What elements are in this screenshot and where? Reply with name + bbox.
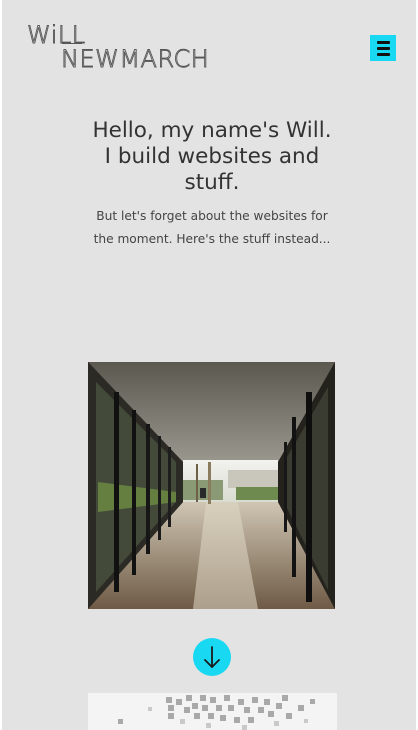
hero-title-line: I build websites and (104, 144, 320, 169)
corridor-photo-image (88, 362, 335, 609)
scroll-down-button[interactable] (193, 638, 231, 676)
hero-title-line: stuff. (184, 170, 240, 195)
menu-button[interactable] (370, 35, 396, 61)
hamburger-icon-bar (376, 46, 390, 50)
hero-subtitle-line: the moment. Here's the stuff instead... (93, 232, 331, 246)
logo-line-newmarch: NEWMARCH (61, 45, 209, 72)
hero-subtitle-line: But let's forget about the websites for (96, 209, 328, 223)
gallery-photo-corridor[interactable] (88, 362, 335, 609)
logo-wordmark: WiLL NEWMARCH (27, 22, 210, 72)
site-logo[interactable]: WiLL NEWMARCH (26, 22, 226, 72)
arrow-down-icon (204, 646, 220, 668)
hamburger-icon-bar (376, 40, 390, 44)
hero-subtitle: But let's forget about the websites for … (62, 205, 362, 251)
pixel-pattern-image (118, 695, 315, 730)
page: WiLL NEWMARCH Hello, my name's Will. I b… (2, 0, 416, 730)
hero-intro: Hello, my name's Will. I build websites … (62, 118, 362, 251)
hamburger-icon-bar (376, 52, 390, 56)
gallery-item-next[interactable] (88, 693, 337, 730)
hero-title-line: Hello, my name's Will. (92, 118, 332, 143)
hero-title: Hello, my name's Will. I build websites … (62, 118, 362, 196)
